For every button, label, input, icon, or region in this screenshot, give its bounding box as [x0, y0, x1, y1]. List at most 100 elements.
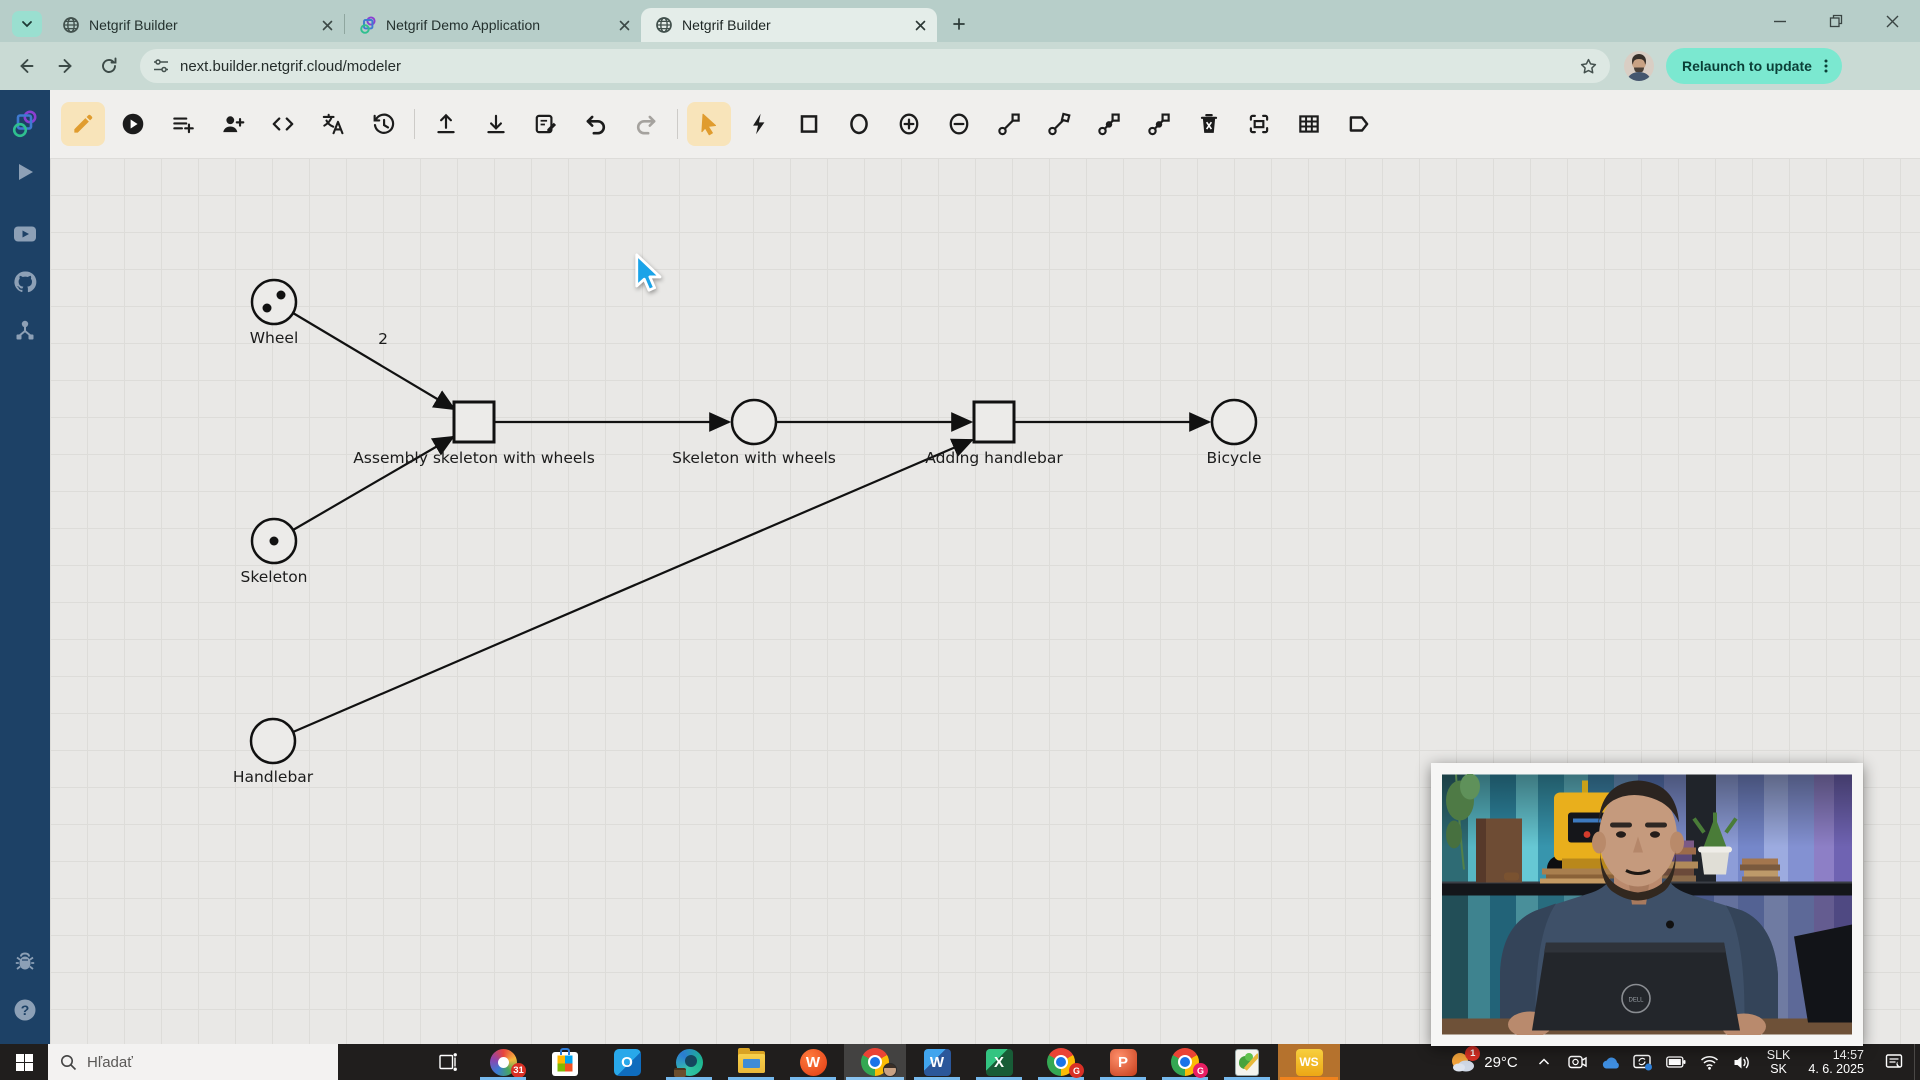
- add-transition-square-tool[interactable]: [787, 102, 831, 146]
- place-label: Skeleton with wheels: [672, 449, 836, 467]
- close-window-button[interactable]: [1864, 0, 1920, 42]
- tab-close-icon[interactable]: [911, 16, 929, 34]
- tray-language-indicator[interactable]: SLK SK: [1759, 1044, 1799, 1080]
- export-download-button[interactable]: [474, 102, 518, 146]
- tray-chevron-up[interactable]: [1528, 1044, 1561, 1080]
- tray-battery[interactable]: [1660, 1044, 1693, 1080]
- tab-netgrif-demo-application[interactable]: Netgrif Demo Application: [345, 8, 641, 42]
- data-list-add-button[interactable]: [161, 102, 205, 146]
- taskbar-app-calendar[interactable]: 31: [472, 1044, 534, 1080]
- delete-tool[interactable]: [1187, 102, 1231, 146]
- taskbar-app-powerpoint[interactable]: P: [1092, 1044, 1154, 1080]
- place-wheel[interactable]: Wheel: [250, 280, 299, 347]
- label-tag-tool[interactable]: [1337, 102, 1381, 146]
- profile-avatar[interactable]: [1624, 51, 1654, 81]
- start-button[interactable]: [0, 1044, 48, 1080]
- taskbar-app-edge-work[interactable]: [658, 1044, 720, 1080]
- forward-button[interactable]: [50, 49, 84, 83]
- task-view-button[interactable]: [424, 1044, 472, 1080]
- taskbar-app-microsoft-store[interactable]: [534, 1044, 596, 1080]
- workflow-tree-icon[interactable]: [0, 306, 50, 354]
- token-dot: [270, 537, 279, 546]
- restore-button[interactable]: [1808, 0, 1864, 42]
- help-icon[interactable]: ?: [0, 986, 50, 1034]
- tray-clock[interactable]: 14:57 4. 6. 2025: [1798, 1044, 1874, 1080]
- taskbar-app-outlook[interactable]: O: [596, 1044, 658, 1080]
- site-settings-icon[interactable]: [152, 57, 170, 75]
- bug-report-icon[interactable]: [0, 938, 50, 986]
- import-upload-button[interactable]: [424, 102, 468, 146]
- bookmark-star-icon[interactable]: [1579, 57, 1598, 76]
- transition-assembly[interactable]: Assembly skeleton with wheels: [353, 402, 595, 467]
- taskbar-app-chrome-google[interactable]: G: [1154, 1044, 1216, 1080]
- regular-arc-tool[interactable]: [987, 102, 1031, 146]
- back-button[interactable]: [8, 49, 42, 83]
- youtube-icon[interactable]: [0, 210, 50, 258]
- history-button[interactable]: [361, 102, 405, 146]
- read-arc-tool[interactable]: [1087, 102, 1131, 146]
- tab-search-button[interactable]: [12, 11, 42, 37]
- tab-netgrif-builder-1[interactable]: Netgrif Builder: [48, 8, 344, 42]
- tab-close-icon[interactable]: [615, 16, 633, 34]
- grid-toggle-tool[interactable]: [1287, 102, 1331, 146]
- run-play-icon[interactable]: [0, 148, 50, 196]
- netgrif-logo[interactable]: [0, 100, 50, 148]
- select-cursor-tool[interactable]: [687, 102, 731, 146]
- webcam-video-overlay: DELL: [1431, 763, 1863, 1046]
- taskbar-app-word[interactable]: W: [906, 1044, 968, 1080]
- fire-transition-lightning-tool[interactable]: [737, 102, 781, 146]
- action-center-button[interactable]: [1874, 1044, 1914, 1080]
- taskbar-app-excel[interactable]: X: [968, 1044, 1030, 1080]
- show-desktop-button[interactable]: [1914, 1044, 1920, 1080]
- tray-wifi[interactable]: [1693, 1044, 1726, 1080]
- arc-wheel-to-assembly[interactable]: 2: [293, 313, 454, 409]
- add-token-plus-tool[interactable]: [887, 102, 931, 146]
- reset-arc-tool[interactable]: [1037, 102, 1081, 146]
- fit-to-screen-tool[interactable]: [1237, 102, 1281, 146]
- tray-onedrive[interactable]: [1594, 1044, 1627, 1080]
- place-skeleton-with-wheels[interactable]: Skeleton with wheels: [672, 400, 836, 467]
- chevron-up-icon: [1537, 1055, 1551, 1069]
- inhibitor-arc-tool[interactable]: [1137, 102, 1181, 146]
- save-document-button[interactable]: [524, 102, 568, 146]
- taskbar-app-chrome-active[interactable]: [844, 1044, 906, 1080]
- taskbar-app-file-explorer[interactable]: [720, 1044, 782, 1080]
- remove-token-minus-tool[interactable]: [937, 102, 981, 146]
- edit-mode-pencil-button[interactable]: [61, 102, 105, 146]
- roles-person-add-button[interactable]: [211, 102, 255, 146]
- undo-button[interactable]: [574, 102, 618, 146]
- github-icon[interactable]: [0, 258, 50, 306]
- clock-time: 14:57: [1833, 1048, 1864, 1062]
- tray-camera[interactable]: [1561, 1044, 1594, 1080]
- taskbar-app-chrome-gmail[interactable]: G: [1030, 1044, 1092, 1080]
- taskbar-app-wps-office[interactable]: W: [782, 1044, 844, 1080]
- taskbar-weather-widget[interactable]: 1 29°C: [1440, 1044, 1528, 1080]
- code-view-button[interactable]: [261, 102, 305, 146]
- transition-adding-handlebar[interactable]: Adding handlebar: [925, 402, 1063, 467]
- tab-close-icon[interactable]: [318, 16, 336, 34]
- place-bicycle[interactable]: Bicycle: [1207, 400, 1262, 467]
- redo-button-disabled[interactable]: [624, 102, 668, 146]
- simulation-play-button[interactable]: [111, 102, 155, 146]
- new-tab-button[interactable]: [945, 10, 973, 38]
- taskbar-search-box[interactable]: Hľadať: [48, 1044, 338, 1080]
- relaunch-label: Relaunch to update: [1682, 58, 1812, 74]
- toolbar-separator: [414, 109, 415, 139]
- taskbar-app-ws[interactable]: WS: [1278, 1044, 1340, 1080]
- place-skeleton[interactable]: Skeleton: [240, 519, 307, 586]
- kebab-menu-icon[interactable]: [1818, 58, 1834, 74]
- tray-sync-display[interactable]: [1627, 1044, 1660, 1080]
- url-omnibox[interactable]: next.builder.netgrif.cloud/modeler: [140, 49, 1610, 83]
- excel-icon: X: [986, 1049, 1013, 1076]
- relaunch-button[interactable]: Relaunch to update: [1666, 48, 1842, 84]
- tab-netgrif-builder-2-active[interactable]: Netgrif Builder: [641, 8, 937, 42]
- minimize-button[interactable]: [1752, 0, 1808, 42]
- search-placeholder: Hľadať: [87, 1054, 133, 1071]
- arc-handlebar-to-adding-handlebar[interactable]: [293, 440, 972, 732]
- app-sidebar: ?: [0, 90, 50, 1044]
- add-place-circle-tool[interactable]: [837, 102, 881, 146]
- translate-button[interactable]: [311, 102, 355, 146]
- taskbar-app-greenshot[interactable]: [1216, 1044, 1278, 1080]
- reload-button[interactable]: [92, 49, 126, 83]
- tray-volume[interactable]: [1726, 1044, 1759, 1080]
